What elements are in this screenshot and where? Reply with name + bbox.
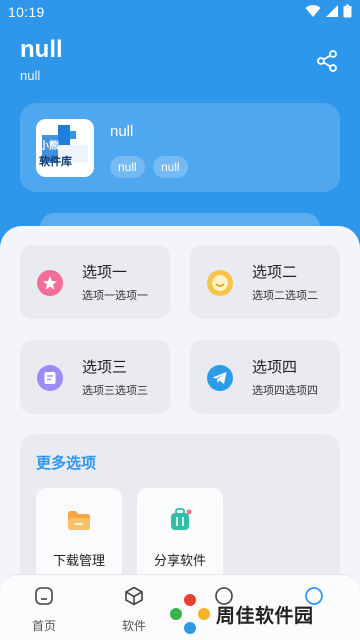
option-title: 选项二 bbox=[252, 263, 298, 281]
option-title: 选项三 bbox=[82, 358, 128, 376]
logo-text-main: 软件库 bbox=[39, 155, 72, 168]
status-time: 10:19 bbox=[8, 4, 45, 20]
option-subtitle: 选项二选项二 bbox=[252, 289, 318, 302]
telegram-icon bbox=[207, 365, 233, 391]
signal-icon bbox=[326, 5, 338, 17]
note-icon bbox=[37, 365, 63, 391]
share-software-button[interactable]: 分享软件 bbox=[137, 488, 223, 588]
status-bar: 10:19 bbox=[0, 0, 360, 26]
download-manager-label: 下载管理 bbox=[52, 554, 105, 569]
page-title: null bbox=[20, 36, 63, 63]
wifi-icon bbox=[305, 5, 321, 18]
option-tile-4[interactable]: 选项四 选项四选项四 bbox=[190, 340, 340, 414]
option-subtitle: 选项四选项四 bbox=[252, 384, 318, 397]
smile-icon bbox=[207, 270, 233, 296]
home-icon bbox=[35, 587, 53, 605]
profile-card[interactable]: 小熊 软件库 null null null bbox=[20, 103, 340, 192]
option-tile-1[interactable]: 选项一 选项一选项一 bbox=[20, 245, 170, 319]
option-subtitle: 选项一选项一 bbox=[82, 289, 148, 302]
section-title: 更多选项 bbox=[36, 454, 97, 472]
share-software-label: 分享软件 bbox=[153, 554, 206, 569]
nav-item-home[interactable]: 首页 bbox=[14, 585, 74, 637]
logo-text-top: 小熊 bbox=[39, 141, 59, 152]
status-icons bbox=[305, 4, 352, 18]
download-manager-button[interactable]: 下载管理 bbox=[36, 488, 122, 588]
app-logo: 小熊 软件库 bbox=[36, 119, 94, 177]
option-title: 选项四 bbox=[252, 358, 298, 376]
watermark: 周佳软件园 bbox=[168, 590, 358, 638]
folder-icon bbox=[68, 511, 90, 530]
watermark-logo-icon bbox=[170, 594, 210, 634]
option-tile-3[interactable]: 选项三 选项三选项三 bbox=[20, 340, 170, 414]
more-options-section: 更多选项 下载管理 分享软件 bbox=[20, 434, 340, 594]
share-icon bbox=[317, 50, 337, 72]
share-button[interactable] bbox=[314, 48, 340, 74]
box-icon bbox=[125, 586, 143, 606]
nav-label: 软件 bbox=[121, 619, 146, 633]
profile-tag: null bbox=[153, 156, 188, 178]
profile-tag: null bbox=[110, 156, 145, 178]
nav-item-software[interactable]: 软件 bbox=[104, 585, 164, 637]
battery-icon bbox=[343, 4, 352, 18]
star-icon bbox=[37, 270, 63, 296]
page-subtitle: null bbox=[20, 68, 41, 83]
option-tile-2[interactable]: 选项二 选项二选项二 bbox=[190, 245, 340, 319]
nav-label: 首页 bbox=[31, 619, 56, 633]
profile-name: null bbox=[110, 123, 134, 140]
watermark-text: 周佳软件园 bbox=[216, 604, 314, 627]
option-subtitle: 选项三选项三 bbox=[82, 384, 148, 397]
suitcase-icon bbox=[171, 508, 192, 530]
option-title: 选项一 bbox=[82, 263, 128, 281]
